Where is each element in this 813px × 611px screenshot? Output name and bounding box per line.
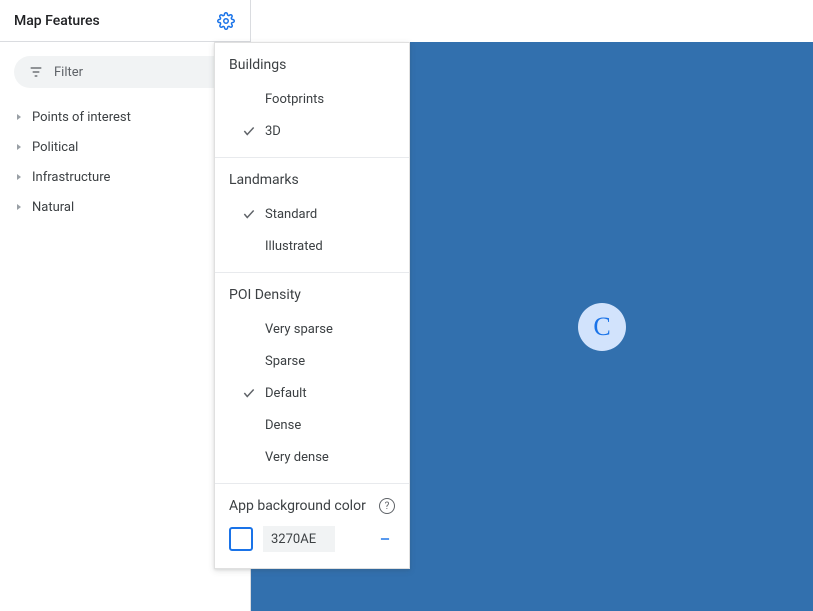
feature-tree: Points of interest Political Infrastruct… (0, 102, 250, 222)
option-label: Very dense (259, 450, 329, 465)
check-icon (239, 124, 259, 138)
section-header: Buildings (229, 57, 395, 73)
option-sparse[interactable]: Sparse (229, 345, 395, 377)
tree-item-label: Political (32, 140, 78, 155)
option-label: Standard (259, 207, 317, 222)
option-label: 3D (259, 124, 281, 139)
option-label: Default (259, 386, 307, 401)
caret-right-icon (14, 112, 24, 122)
option-label: Dense (259, 418, 301, 433)
map-marker-letter: C (593, 312, 610, 342)
filter-label: Filter (54, 65, 83, 80)
option-label: Footprints (259, 92, 324, 107)
tree-item-political[interactable]: Political (14, 132, 244, 162)
section-app-background-color: App background color ? (215, 484, 409, 568)
caret-right-icon (14, 172, 24, 182)
section-poi-density: POI Density Very sparse Sparse Default D… (215, 273, 409, 484)
option-very-dense[interactable]: Very dense (229, 441, 395, 473)
option-label: Illustrated (259, 239, 323, 254)
check-icon (239, 386, 259, 400)
filter-icon (28, 64, 44, 80)
option-label: Sparse (259, 354, 305, 369)
section-landmarks: Landmarks Standard Illustrated (215, 158, 409, 273)
color-swatch[interactable] (229, 527, 253, 551)
option-3d[interactable]: 3D (229, 115, 395, 147)
remove-color-button[interactable] (375, 529, 395, 549)
section-buildings: Buildings Footprints 3D (215, 43, 409, 158)
check-icon (239, 207, 259, 221)
option-illustrated[interactable]: Illustrated (229, 230, 395, 262)
caret-right-icon (14, 202, 24, 212)
tree-item-points-of-interest[interactable]: Points of interest (14, 102, 244, 132)
option-default[interactable]: Default (229, 377, 395, 409)
settings-panel: Buildings Footprints 3D Landmarks Standa… (214, 42, 410, 569)
option-label: Very sparse (259, 322, 333, 337)
bgcolor-title: App background color (229, 498, 366, 514)
hex-input[interactable] (263, 526, 335, 552)
tree-item-label: Natural (32, 200, 74, 215)
filter-input[interactable]: Filter (14, 56, 236, 88)
tree-item-infrastructure[interactable]: Infrastructure (14, 162, 244, 192)
sidebar-title: Map Features (14, 13, 100, 29)
map-marker[interactable]: C (578, 303, 626, 351)
tree-item-label: Infrastructure (32, 170, 110, 185)
option-standard[interactable]: Standard (229, 198, 395, 230)
help-icon[interactable]: ? (379, 498, 395, 514)
option-footprints[interactable]: Footprints (229, 83, 395, 115)
option-very-sparse[interactable]: Very sparse (229, 313, 395, 345)
option-dense[interactable]: Dense (229, 409, 395, 441)
minus-icon (378, 532, 392, 546)
gear-icon[interactable] (216, 11, 236, 31)
sidebar-header: Map Features (0, 0, 250, 42)
tree-item-label: Points of interest (32, 110, 131, 125)
section-header: Landmarks (229, 172, 395, 188)
tree-item-natural[interactable]: Natural (14, 192, 244, 222)
section-header: POI Density (229, 287, 395, 303)
caret-right-icon (14, 142, 24, 152)
